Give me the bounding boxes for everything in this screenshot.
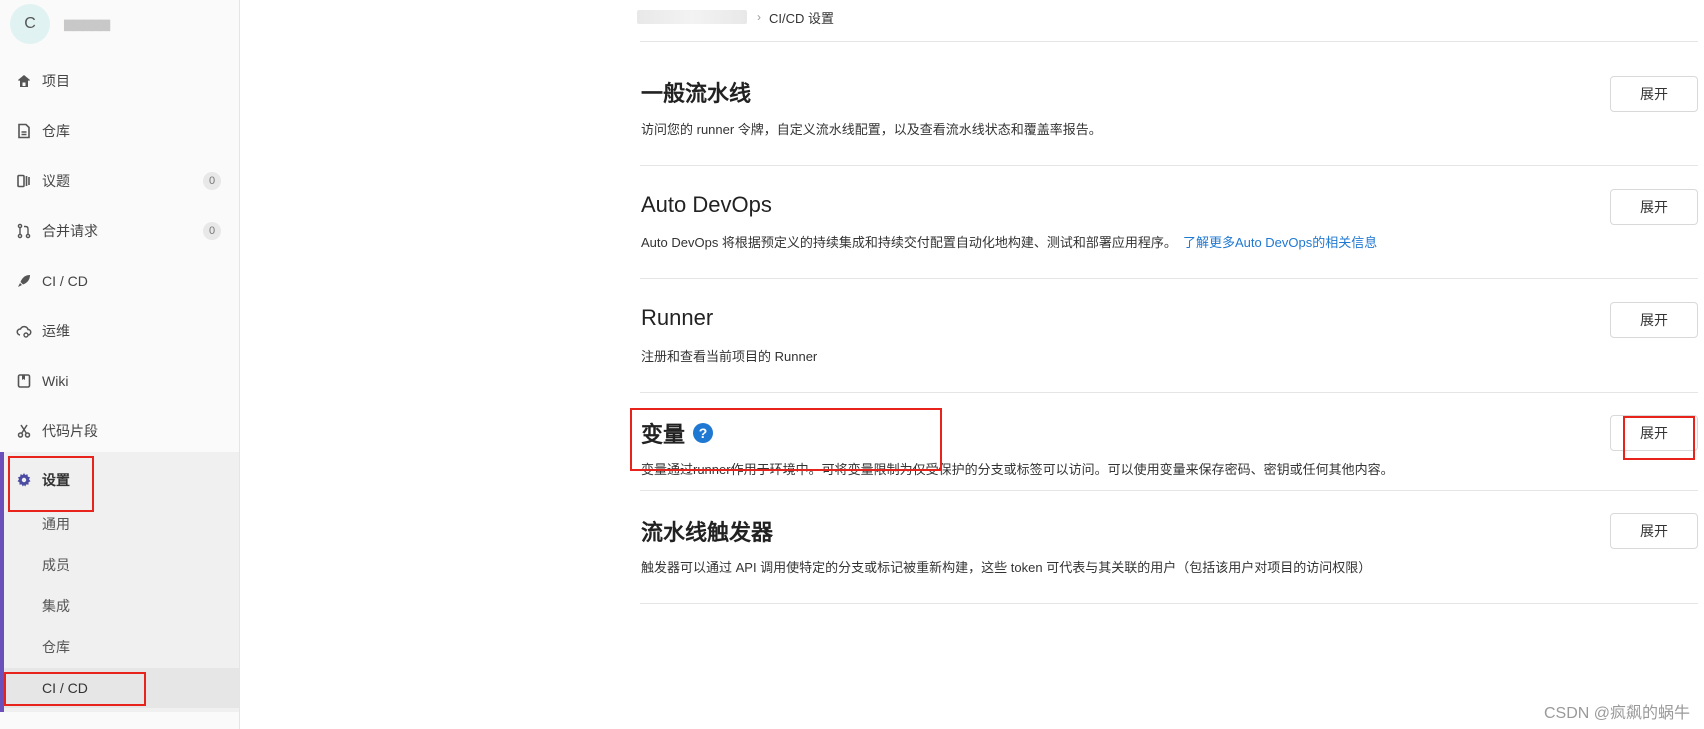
- sidebar-item-project[interactable]: 项目: [0, 57, 239, 105]
- expand-button[interactable]: 展开: [1610, 189, 1698, 225]
- sidebar-item-ci-cd[interactable]: CI / CD: [0, 257, 239, 305]
- sidebar-item-label: Wiki: [42, 373, 69, 389]
- expand-button[interactable]: 展开: [1610, 513, 1698, 549]
- sidebar-item-label: CI / CD: [42, 273, 88, 289]
- section-description: Auto DevOps 将根据预定义的持续集成和持续交付配置自动化地构建、测试和…: [641, 232, 1377, 251]
- sidebar-item-issues[interactable]: 议题 0: [0, 157, 239, 205]
- section-pipeline-triggers: 流水线触发器 触发器可以通过 API 调用使特定的分支或标记被重新构建，这些 t…: [640, 491, 1698, 604]
- section-title: 变量 ?: [641, 417, 714, 449]
- settings-sub-repository[interactable]: 仓库: [4, 627, 239, 667]
- learn-more-link[interactable]: 了解更多Auto DevOps的相关信息: [1183, 235, 1377, 250]
- home-icon: [16, 73, 32, 89]
- sidebar-item-label: 仓库: [42, 123, 70, 139]
- chevron-right-icon: ›: [757, 10, 761, 24]
- section-title: 流水线触发器: [641, 520, 774, 545]
- section-title-text: 变量: [641, 422, 686, 447]
- settings-sub-ci-cd[interactable]: CI / CD: [4, 668, 239, 708]
- project-name[interactable]: ▆▆▆▆▆: [64, 16, 110, 32]
- book-icon: [16, 373, 32, 389]
- section-title: Runner: [641, 305, 714, 330]
- section-variables: 变量 ? 变量通过runner作用于环境中。可将变量限制为仅受保护的分支或标签可…: [640, 393, 1698, 491]
- scissors-icon: [16, 423, 32, 439]
- sidebar-item-operations[interactable]: 运维: [0, 307, 239, 355]
- breadcrumb-current[interactable]: CI/CD 设置: [769, 8, 834, 27]
- sidebar-item-snippets[interactable]: 代码片段: [0, 407, 239, 455]
- rocket-icon: [16, 273, 32, 289]
- project-avatar[interactable]: C: [10, 4, 50, 44]
- sidebar: C ▆▆▆▆▆ 项目 仓库 议题 0 合并请求 0 CI / CD 运维 Wik…: [0, 0, 240, 729]
- section-general-pipelines: 一般流水线 访问您的 runner 令牌，自定义流水线配置，以及查看流水线状态和…: [640, 42, 1698, 166]
- sidebar-item-merge-requests[interactable]: 合并请求 0: [0, 207, 239, 255]
- section-description: 触发器可以通过 API 调用使特定的分支或标记被重新构建，这些 token 可代…: [641, 560, 1372, 575]
- section-title: Auto DevOps: [641, 192, 772, 217]
- expand-button[interactable]: 展开: [1610, 415, 1698, 451]
- document-icon: [16, 123, 32, 139]
- settings-sub-general[interactable]: 通用: [4, 504, 239, 544]
- sidebar-item-label: 合并请求: [42, 223, 98, 239]
- section-description-text: Auto DevOps 将根据预定义的持续集成和持续交付配置自动化地构建、测试和…: [641, 235, 1177, 250]
- sidebar-item-label: 项目: [42, 73, 70, 89]
- sidebar-item-settings[interactable]: 设置: [0, 456, 239, 504]
- merge-requests-count-badge: 0: [203, 222, 221, 240]
- section-runner: Runner 注册和查看当前项目的 Runner 展开: [640, 279, 1698, 393]
- section-title: 一般流水线: [641, 81, 752, 106]
- sidebar-item-label: 运维: [42, 323, 70, 339]
- settings-sub-integrations[interactable]: 集成: [4, 586, 239, 626]
- project-header[interactable]: C ▆▆▆▆▆: [10, 4, 110, 44]
- issues-count-badge: 0: [203, 172, 221, 190]
- section-description: 注册和查看当前项目的 Runner: [641, 349, 818, 364]
- section-description: 变量通过runner作用于环境中。可将变量限制为仅受保护的分支或标签可以访问。可…: [641, 462, 1394, 477]
- sidebar-item-label: 设置: [42, 472, 70, 488]
- expand-button[interactable]: 展开: [1610, 76, 1698, 112]
- sidebar-item-wiki[interactable]: Wiki: [0, 357, 239, 405]
- sidebar-item-repository[interactable]: 仓库: [0, 107, 239, 155]
- expand-button[interactable]: 展开: [1610, 302, 1698, 338]
- section-auto-devops: Auto DevOps Auto DevOps 将根据预定义的持续集成和持续交付…: [640, 166, 1698, 279]
- sidebar-item-label: 代码片段: [42, 423, 98, 439]
- question-circle-icon[interactable]: ?: [693, 423, 714, 443]
- watermark: CSDN @疯飙的蜗牛: [1543, 705, 1690, 722]
- settings-sub-members[interactable]: 成员: [4, 545, 239, 585]
- breadcrumb-blurred-project[interactable]: [637, 10, 747, 24]
- issues-icon: [16, 173, 32, 189]
- breadcrumb: › CI/CD 设置: [637, 0, 834, 34]
- section-description: 访问您的 runner 令牌，自定义流水线配置，以及查看流水线状态和覆盖率报告。: [641, 122, 1102, 137]
- sidebar-item-label: 议题: [42, 173, 70, 189]
- merge-request-icon: [16, 223, 32, 239]
- cloud-gear-icon: [16, 323, 32, 339]
- gear-icon: [16, 472, 32, 488]
